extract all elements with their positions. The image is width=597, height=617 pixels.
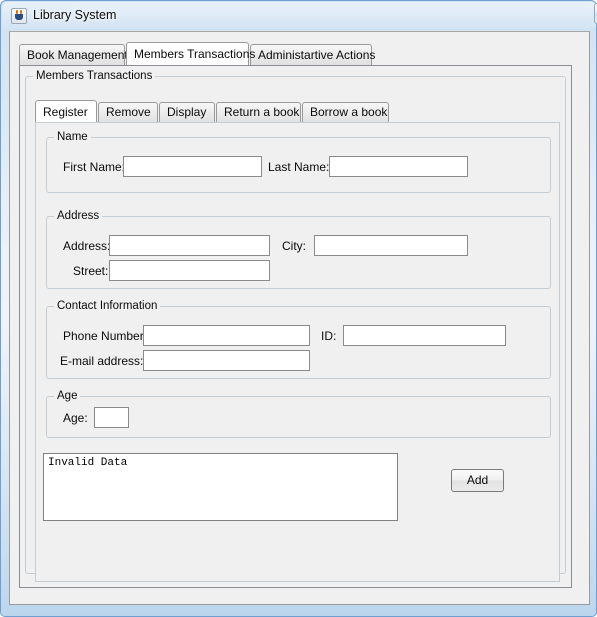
main-tabstrip: Book Management Members Transactions Adm… <box>19 42 579 65</box>
street-input[interactable] <box>109 260 270 281</box>
tab-borrow-a-book[interactable]: Borrow a book <box>302 102 389 122</box>
tab-display[interactable]: Display <box>159 102 215 122</box>
first-name-input[interactable] <box>123 156 262 177</box>
age-label: Age: <box>63 411 88 425</box>
street-label: Street: <box>73 264 109 278</box>
tab-administartive-actions[interactable]: Administartive Actions <box>250 44 376 65</box>
tab-return-a-book[interactable]: Return a book <box>216 102 301 122</box>
members-transactions-tabpanel: Members Transactions Register Remove Dis… <box>19 65 572 588</box>
tab-borrow-a-book-label: Borrow a book <box>310 105 388 119</box>
java-coffee-cup-icon <box>11 8 27 24</box>
register-tabpanel: Name First Name: Last Name: Address Addr… <box>35 122 560 582</box>
last-name-label: Last Name: <box>268 160 330 174</box>
email-address-label: E-mail address: <box>60 354 144 368</box>
age-input[interactable] <box>94 407 129 428</box>
age-group-title: Age <box>54 390 81 402</box>
address-input[interactable] <box>109 235 270 256</box>
register-tabstrip: Register Remove Display Return a book Bo <box>35 100 555 122</box>
city-input[interactable] <box>314 235 468 256</box>
first-name-label: First Name: <box>63 160 126 174</box>
contact-information-group-title: Contact Information <box>54 300 161 312</box>
contact-information-group: Contact Information Phone Number: ID: E-… <box>46 300 551 379</box>
tab-register-label: Register <box>43 105 88 119</box>
tab-book-management[interactable]: Book Management <box>19 44 128 65</box>
add-button-label: Add <box>466 473 489 487</box>
name-group-title: Name <box>54 131 91 143</box>
tab-display-label: Display <box>167 105 207 119</box>
name-group: Name First Name: Last Name: <box>46 131 551 193</box>
id-label: ID: <box>321 329 337 343</box>
age-group: Age Age: <box>46 390 551 438</box>
content-root: Book Management Members Transactions Adm… <box>10 32 589 604</box>
tab-return-a-book-label: Return a book <box>224 105 300 119</box>
status-output-text: Invalid Data <box>48 457 128 469</box>
email-address-input[interactable] <box>143 350 310 371</box>
tab-administartive-actions-label: Administartive Actions <box>258 48 376 62</box>
tab-members-transactions[interactable]: Members Transactions <box>126 42 255 65</box>
tab-members-transactions-label: Members Transactions <box>134 47 256 61</box>
tab-remove-label: Remove <box>106 105 151 119</box>
city-label: City: <box>282 239 306 253</box>
window-titlebar: Library System ✕ <box>1 1 597 31</box>
address-group-title: Address <box>54 210 103 222</box>
last-name-input[interactable] <box>329 156 468 177</box>
address-label: Address: <box>63 239 111 253</box>
phone-number-input[interactable] <box>143 325 310 346</box>
window-client-area: Book Management Members Transactions Adm… <box>9 31 590 605</box>
add-button[interactable]: Add <box>451 469 504 492</box>
id-input[interactable] <box>343 325 506 346</box>
application-window: Library System ✕ Book Management Members… <box>0 0 597 617</box>
status-output-textarea[interactable]: Invalid Data <box>43 453 398 521</box>
tab-book-management-label: Book Management <box>27 48 128 62</box>
address-group: Address Address: City: Street: <box>46 210 551 289</box>
window-title: Library System <box>33 8 117 22</box>
tab-remove[interactable]: Remove <box>98 102 158 122</box>
members-transactions-group-title: Members Transactions <box>33 70 156 82</box>
members-transactions-group: Members Transactions Register Remove Dis… <box>25 70 566 582</box>
tab-register[interactable]: Register <box>35 100 97 122</box>
phone-number-label: Phone Number: <box>63 329 148 343</box>
